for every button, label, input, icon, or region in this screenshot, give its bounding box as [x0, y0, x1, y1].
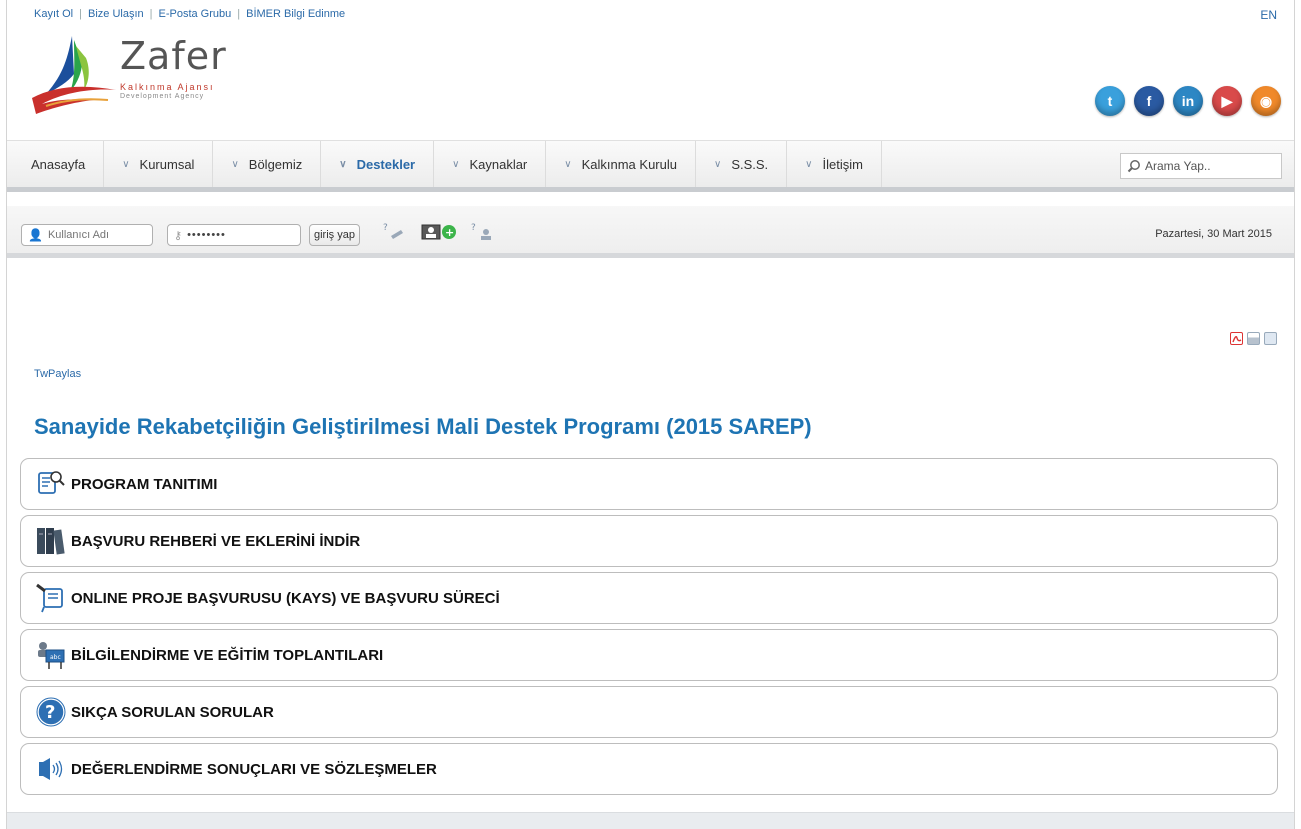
login-bar: 👤 ⚷ •••••••• giriş yap ? + ? Pazartesi, …: [7, 206, 1294, 258]
nav-item-destekler[interactable]: ∨ Destekler: [321, 141, 435, 187]
search-icon: [1127, 160, 1140, 173]
facebook-icon[interactable]: f: [1134, 86, 1164, 116]
svg-text:?: ?: [471, 223, 476, 233]
accordion-section[interactable]: DEĞERLENDİRME SONUÇLARI VE SÖZLEŞMELER: [20, 743, 1278, 795]
nav-item-anasayfa[interactable]: Anasayfa: [7, 141, 105, 187]
svg-text:abc: abc: [50, 654, 61, 661]
section-label: ONLINE PROJE BAŞVURUSU (KAYS) VE BAŞVURU…: [71, 589, 500, 607]
training-board-icon: abc: [35, 639, 67, 671]
forgot-password-icon[interactable]: ?: [383, 222, 405, 245]
login-button[interactable]: giriş yap: [309, 224, 360, 246]
logo-title: Zafer: [120, 34, 227, 78]
password-field[interactable]: ⚷ ••••••••: [167, 224, 301, 246]
nav-item-label: Anasayfa: [31, 156, 86, 172]
register-link[interactable]: Kayıt Ol: [34, 8, 73, 20]
youtube-icon[interactable]: ▶: [1212, 86, 1242, 116]
bimer-link[interactable]: BİMER Bilgi Edinme: [246, 8, 345, 20]
accordion-section[interactable]: ? SIKÇA SORULAN SORULAR: [20, 686, 1278, 738]
social-links: t f in ▶ ◉: [1095, 86, 1281, 116]
pdf-icon[interactable]: [1230, 332, 1243, 345]
accordion-section[interactable]: BAŞVURU REHBERİ VE EKLERİNİ İNDİR: [20, 515, 1278, 567]
linkedin-icon[interactable]: in: [1173, 86, 1203, 116]
nav-item-i-leti-im[interactable]: ∨ İletişim: [787, 141, 882, 187]
language-switch-link[interactable]: EN: [1260, 8, 1277, 22]
search-input[interactable]: [1145, 159, 1265, 173]
email-icon[interactable]: [1264, 332, 1277, 345]
logo-mark-icon: [32, 36, 116, 114]
chevron-down-icon: ∨: [452, 158, 460, 170]
print-icon[interactable]: [1247, 332, 1260, 345]
chevron-down-icon: ∨: [122, 158, 130, 170]
nav-item-kaynaklar[interactable]: ∨ Kaynaklar: [434, 141, 547, 187]
speaker-icon: [35, 753, 67, 785]
username-input[interactable]: [47, 229, 152, 241]
chevron-down-icon: ∨: [713, 158, 722, 170]
nav-item-b-lgemiz[interactable]: ∨ Bölgemiz: [213, 141, 322, 187]
nav-item-label: Bölgemiz: [248, 156, 303, 172]
svg-text:+: +: [445, 226, 454, 239]
document-search-icon: [35, 468, 67, 500]
logo-subtitle: Kalkınma Ajansı: [120, 82, 215, 92]
password-input[interactable]: ••••••••: [187, 229, 226, 241]
section-label: DEĞERLENDİRME SONUÇLARI VE SÖZLEŞMELER: [71, 760, 437, 778]
section-label: PROGRAM TANITIMI: [71, 475, 218, 493]
twitter-icon[interactable]: t: [1095, 86, 1125, 116]
nav-item-label: S.S.S.: [731, 156, 769, 172]
accordion-section[interactable]: ONLINE PROJE BAŞVURUSU (KAYS) VE BAŞVURU…: [20, 572, 1278, 624]
form-pen-icon: [35, 582, 67, 614]
section-label: BİLGİLENDİRME VE EĞİTİM TOPLANTILARI: [71, 646, 384, 664]
logo[interactable]: Zafer Kalkınma Ajansı Development Agency: [24, 30, 264, 120]
chevron-down-icon: ∨: [339, 158, 347, 170]
section-label: BAŞVURU REHBERİ VE EKLERİNİ İNDİR: [71, 532, 361, 550]
key-icon: ⚷: [174, 229, 183, 242]
email-group-link[interactable]: E-Posta Grubu: [158, 8, 231, 20]
page-title: Sanayide Rekabetçiliğin Geliştirilmesi M…: [34, 414, 812, 439]
question-icon: ?: [35, 696, 67, 728]
search-box[interactable]: [1120, 153, 1282, 179]
current-date: Pazartesi, 30 Mart 2015: [1155, 228, 1272, 240]
forgot-username-icon[interactable]: ?: [471, 222, 493, 245]
page-tools: [1230, 332, 1277, 345]
logo-subtitle-en: Development Agency: [120, 93, 205, 100]
share-link[interactable]: TwPaylas: [34, 368, 81, 380]
contact-link[interactable]: Bize Ulaşın: [88, 8, 144, 20]
chevron-down-icon: ∨: [805, 158, 813, 170]
nav-item-label: İletişim: [822, 156, 863, 172]
chevron-down-icon: ∨: [564, 158, 572, 170]
svg-text:?: ?: [383, 223, 388, 233]
accordion-section[interactable]: PROGRAM TANITIMI: [20, 458, 1278, 510]
user-icon: 👤: [28, 228, 43, 242]
svg-text:?: ?: [45, 702, 55, 723]
accordion-section[interactable]: abc BİLGİLENDİRME VE EĞİTİM TOPLANTILARI: [20, 629, 1278, 681]
section-label: SIKÇA SORULAN SORULAR: [71, 703, 274, 721]
username-field[interactable]: 👤: [21, 224, 153, 246]
footer-strip: [7, 812, 1294, 829]
nav-item-label: Destekler: [356, 156, 416, 172]
chevron-down-icon: ∨: [231, 158, 239, 170]
nav-item-kurumsal[interactable]: ∨ Kurumsal: [104, 141, 214, 187]
nav-item-kalk-nma-kurulu[interactable]: ∨ Kalkınma Kurulu: [546, 141, 696, 187]
rss-icon[interactable]: ◉: [1251, 86, 1281, 116]
nav-item-label: Kalkınma Kurulu: [581, 156, 677, 172]
top-links: Kayıt Ol | Bize Ulaşın | E-Posta Grubu | BİMER…: [34, 8, 346, 20]
binders-icon: [35, 525, 67, 557]
new-user-icon[interactable]: +: [421, 222, 459, 245]
nav-item-s-s-s[interactable]: ∨ S.S.S.: [696, 141, 788, 187]
main-nav: Anasayfa ∨ Kurumsal ∨ Bölgemiz ∨ Destekler ∨ Kay…: [7, 140, 1294, 192]
nav-item-label: Kaynaklar: [469, 156, 528, 172]
nav-item-label: Kurumsal: [139, 156, 195, 172]
